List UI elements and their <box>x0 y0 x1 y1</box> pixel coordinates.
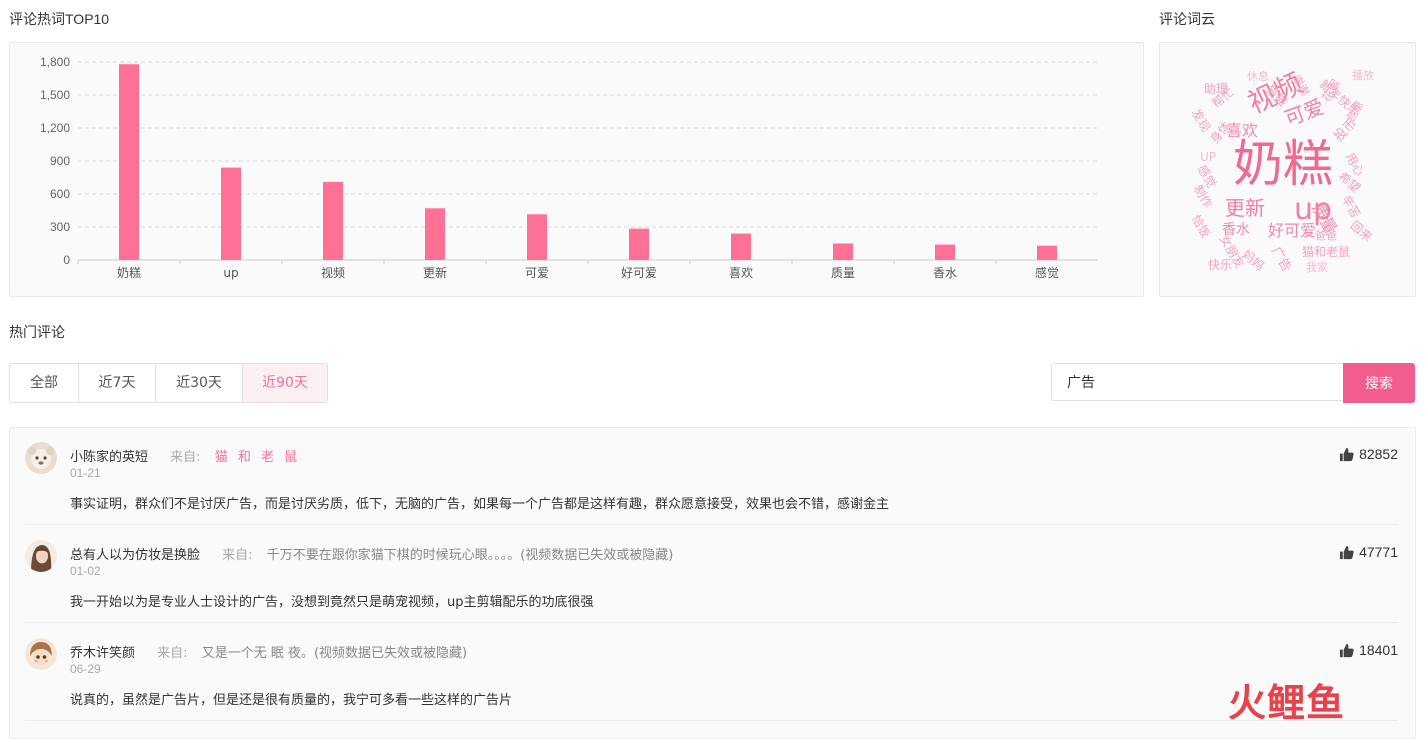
wordcloud-word: 投币 <box>1331 115 1361 145</box>
wordcloud-word: UP <box>1200 150 1217 164</box>
x-tick-label: 香水 <box>933 266 957 280</box>
x-tick-label: 可爱 <box>525 266 549 280</box>
comment-date: 01-21 <box>70 466 101 480</box>
author-name[interactable]: 总有人以为仿妆是换脸 <box>70 548 200 563</box>
y-tick-label: 300 <box>50 220 70 234</box>
comment-author[interactable]: 乔木许笑颜 来自: 又是一个无 眠 夜。(视频数据已失效或被隐藏) <box>70 642 467 661</box>
thumbs-up-icon <box>1340 545 1354 559</box>
bar[interactable] <box>1037 245 1057 260</box>
like-number: 82852 <box>1359 446 1398 462</box>
like-count[interactable]: 82852 <box>1339 446 1398 462</box>
bar[interactable] <box>833 243 853 261</box>
from-video[interactable]: 猫 和 老 鼠 <box>215 450 300 465</box>
wordcloud-word: 猫和老鼠 <box>1302 245 1351 259</box>
wordcloud-word: 恰饭 <box>1188 212 1213 241</box>
chart-title: 评论热词TOP10 <box>9 11 110 27</box>
x-tick-label: 质量 <box>831 266 855 280</box>
x-tick-label: 更新 <box>423 265 447 280</box>
comment-item: 小陈家的英短 来自: 猫 和 老 鼠 01-21 事实证明，群众们不是讨厌广告，… <box>25 428 1398 525</box>
y-tick-label: 900 <box>50 154 70 168</box>
like-count[interactable]: 18401 <box>1339 642 1398 658</box>
comment-text: 我一开始以为是专业人士设计的广告，没想到竟然只是萌宠视频，up主剪辑配乐的功底很… <box>70 595 594 610</box>
like-count[interactable]: 47771 <box>1339 544 1398 560</box>
wordcloud-word: 好可爱 <box>1268 221 1317 240</box>
comment-author[interactable]: 总有人以为仿妆是换脸 来自: 千万不要在跟你家猫下棋的时候玩心眼。。。。(视频数… <box>70 544 673 563</box>
y-tick-label: 1,200 <box>40 121 70 135</box>
author-name[interactable]: 小陈家的英短 <box>70 450 148 465</box>
bar[interactable] <box>731 233 751 260</box>
x-tick-label: up <box>223 266 238 280</box>
x-tick-label: 感觉 <box>1035 265 1059 280</box>
wordcloud-word: 爸爸 <box>1315 229 1337 242</box>
y-tick-label: 600 <box>50 187 70 201</box>
from-video[interactable]: 又是一个无 眠 夜。(视频数据已失效或被隐藏) <box>202 646 467 661</box>
tab-7-days[interactable]: 近7天 <box>79 364 156 402</box>
wordcloud-panel: 奶糕 视频 up 更新 可爱 好可爱 喜欢 质量 香水 猫和老鼠 助理 休息 猫猫 谢谢 新年快乐 播放 花絮创… <box>1159 42 1416 297</box>
wordcloud-word: 更新 <box>1225 196 1265 220</box>
from-label: 来自: <box>157 646 188 661</box>
from-label: 来自: <box>222 548 253 563</box>
from-label: 来自: <box>170 450 201 465</box>
wordcloud-word: 身体 <box>1207 118 1234 147</box>
tab-30-days[interactable]: 近30天 <box>156 364 243 402</box>
y-tick-label: 1,500 <box>40 88 70 102</box>
avatar[interactable] <box>25 540 57 572</box>
comment-date: 06-29 <box>70 662 101 676</box>
tab-all[interactable]: 全部 <box>10 364 79 402</box>
avatar[interactable] <box>25 442 57 474</box>
comment-item: 乔木许笑颜 来自: 又是一个无 眠 夜。(视频数据已失效或被隐藏) 06-29 … <box>25 624 1398 721</box>
wordcloud-word: 播放 <box>1352 69 1374 82</box>
y-tick-label: 0 <box>63 253 70 267</box>
tab-90-days[interactable]: 近90天 <box>243 364 327 402</box>
like-number: 47771 <box>1359 544 1398 560</box>
thumbs-up-icon <box>1340 447 1354 461</box>
divider <box>25 524 1398 525</box>
wordcloud-word: 休息 <box>1247 70 1269 83</box>
hot-comments-title: 热门评论 <box>9 324 65 340</box>
like-number: 18401 <box>1359 642 1398 658</box>
wordcloud-word: 我家 <box>1306 261 1328 274</box>
watermark-logo: 火鲤鱼 <box>1228 684 1345 722</box>
comment-text: 事实证明，群众们不是讨厌广告，而是讨厌劣质，低下，无脑的广告，如果每一个广告都是… <box>70 497 890 512</box>
search-button[interactable]: 搜索 <box>1343 363 1415 403</box>
comment-author[interactable]: 小陈家的英短 来自: 猫 和 老 鼠 <box>70 446 300 465</box>
wordcloud-word: 回来 <box>1347 218 1376 245</box>
wordcloud-title: 评论词云 <box>1159 11 1215 27</box>
time-range-tabs: 全部 近7天 近30天 近90天 <box>9 363 328 403</box>
logo-char: 火 <box>1228 681 1268 725</box>
logo-char: 鱼 <box>1306 681 1346 725</box>
x-tick-label: 视频 <box>321 265 345 280</box>
comment-text: 说真的，虽然是广告片，但是还是很有质量的，我宁可多看一些这样的广告片 <box>70 693 513 708</box>
bar[interactable] <box>119 64 139 260</box>
wordcloud-word: 发现 <box>1188 106 1213 135</box>
comment-date: 01-02 <box>70 564 101 578</box>
author-name[interactable]: 乔木许笑颜 <box>70 646 135 661</box>
bar[interactable] <box>323 181 343 260</box>
wordcloud-word: 奶糕 <box>1233 135 1333 193</box>
search-input[interactable] <box>1051 363 1343 401</box>
avatar[interactable] <box>25 638 57 670</box>
divider <box>25 720 1398 721</box>
divider <box>25 622 1398 623</box>
wordcloud-word: 广告 <box>1267 244 1294 275</box>
bar[interactable] <box>935 244 955 260</box>
x-tick-label: 好可爱 <box>621 266 657 280</box>
bar[interactable] <box>527 214 547 260</box>
comment-item: 总有人以为仿妆是换脸 来自: 千万不要在跟你家猫下棋的时候玩心眼。。。。(视频数… <box>25 526 1398 623</box>
y-tick-label: 1,800 <box>40 55 70 69</box>
from-video[interactable]: 千万不要在跟你家猫下棋的时候玩心眼。。。。(视频数据已失效或被隐藏) <box>267 548 674 563</box>
bar[interactable] <box>221 167 241 260</box>
x-tick-label: 奶糕 <box>117 266 141 280</box>
wordcloud-word: 辛苦 <box>1338 192 1363 221</box>
bar[interactable] <box>425 208 445 260</box>
comment-list: 小陈家的英短 来自: 猫 和 老 鼠 01-21 事实证明，群众们不是讨厌广告，… <box>9 427 1416 739</box>
bar[interactable] <box>629 228 649 260</box>
top10-bar-chart: 0 300 600 900 1,200 1,500 1,800 奶糕 up 视频 更新 可爱 好可爱 喜欢… <box>40 55 1098 280</box>
thumbs-up-icon <box>1340 643 1354 657</box>
logo-char: 鲤 <box>1267 681 1307 725</box>
x-tick-label: 喜欢 <box>729 265 753 280</box>
word-cloud: 奶糕 视频 up 更新 可爱 好可爱 喜欢 质量 香水 猫和老鼠 助理 休息 猫猫 谢谢 新年快乐 播放 花絮创… <box>1160 43 1415 296</box>
